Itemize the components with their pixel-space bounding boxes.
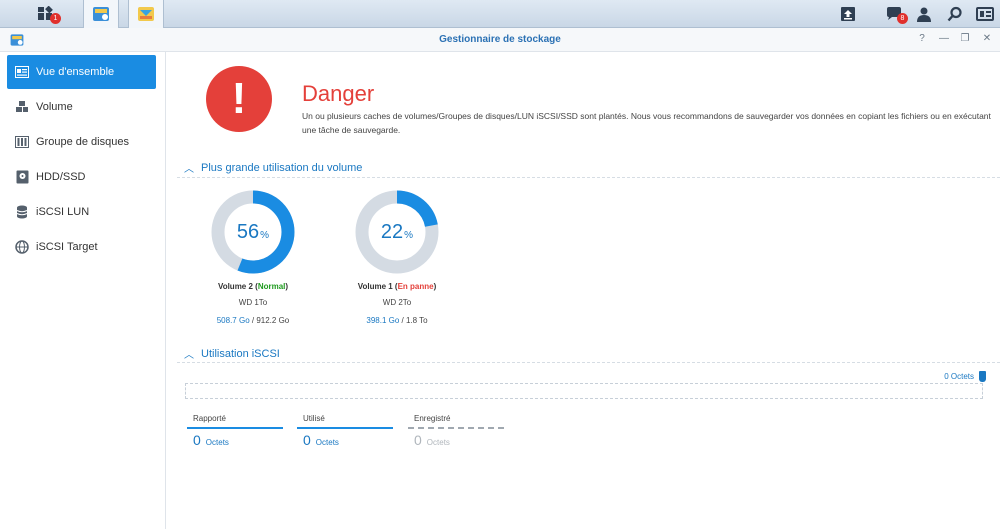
volume-capacity: 508.7 Go / 912.2 Go [216, 316, 290, 325]
disk-group-icon [15, 135, 29, 149]
sidebar-item-label: iSCSI Target [36, 241, 98, 253]
storage-manager-app-icon [93, 7, 109, 21]
minimize-button[interactable]: — [938, 33, 950, 44]
help-button[interactable]: ? [916, 33, 928, 44]
iscsi-stat-reported: Rapporté 0 Octets [187, 414, 283, 448]
sidebar-item-label: Groupe de disques [36, 136, 129, 148]
iscsi-stat-saved: Enregistré 0 Octets [408, 414, 504, 448]
section-divider [177, 177, 1000, 178]
chevron-up-icon: ︿ [184, 164, 194, 175]
iscsi-total-label: 0 Octets [944, 372, 974, 381]
iscsi-usage-section-toggle[interactable]: ︿ Utilisation iSCSI [184, 346, 280, 362]
search-icon [947, 6, 962, 22]
chevron-up-icon: ︿ [184, 350, 194, 361]
stat-value: 0 Octets [303, 432, 339, 448]
stat-label: Enregistré [414, 414, 451, 423]
iscsi-lun-icon [15, 205, 29, 219]
main-menu-badge: 1 [50, 13, 61, 24]
volume-icon [15, 100, 29, 114]
stat-label: Utilisé [303, 414, 325, 423]
stat-bar [408, 427, 504, 429]
storage-manager-taskbar-button[interactable] [83, 0, 119, 28]
stat-bar [297, 427, 393, 429]
sidebar-item-disk-group[interactable]: Groupe de disques [7, 125, 156, 159]
stat-label: Rapporté [193, 414, 226, 423]
sidebar-item-label: HDD/SSD [36, 171, 86, 183]
stat-bar [187, 427, 283, 429]
close-button[interactable]: ✕ [981, 33, 993, 44]
widgets-button[interactable] [967, 0, 1000, 28]
volume-name: Volume 2 (Normal) [217, 282, 289, 291]
upload-button[interactable] [830, 0, 866, 28]
iscsi-usage-bar [185, 383, 983, 399]
danger-exclamation-icon: ! [206, 66, 272, 132]
stat-value: 0 Octets [193, 432, 229, 448]
sidebar-item-label: Volume [36, 101, 73, 113]
volume-capacity: 398.1 Go / 1.8 To [366, 316, 428, 325]
iscsi-stat-used: Utilisé 0 Octets [297, 414, 393, 448]
overview-icon [15, 65, 29, 79]
volume-status: Normal [257, 282, 286, 291]
volume-usage-section-toggle[interactable]: ︿ Plus grande utilisation du volume [184, 160, 363, 176]
taskbar: 1 8 [0, 0, 1000, 28]
stat-value: 0 Octets [414, 432, 450, 448]
volume-disk: WD 2To [382, 298, 412, 307]
user-icon [917, 7, 931, 22]
iscsi-usage-title: Utilisation iSCSI [201, 347, 280, 360]
main-panel: ! Danger Un ou plusieurs caches de volum… [167, 52, 1000, 529]
sidebar-item-iscsi-lun[interactable]: iSCSI LUN [7, 195, 156, 229]
upload-icon [841, 7, 855, 21]
volume-info: Volume 2 (Normal) WD 1To 508.7 Go / 912.… [188, 282, 318, 325]
volume-disk: WD 1To [238, 298, 268, 307]
status-title: Danger [302, 81, 375, 106]
sidebar-item-iscsi-target[interactable]: iSCSI Target [7, 230, 156, 264]
sidebar-item-label: Vue d'ensemble [36, 66, 115, 78]
window-titlebar[interactable]: Gestionnaire de stockage ? — ❐ ✕ [0, 28, 1000, 52]
package-center-taskbar-button[interactable] [128, 0, 164, 28]
volume-name: Volume 1 (En panne) [357, 282, 437, 291]
section-divider [177, 362, 1000, 363]
volume-usage-percent: 56% [236, 220, 270, 243]
sidebar-item-hdd-ssd[interactable]: HDD/SSD [7, 160, 156, 194]
widgets-icon [976, 7, 994, 21]
hdd-icon [15, 170, 29, 184]
status-message: Un ou plusieurs caches de volumes/Groupe… [302, 111, 991, 135]
volume-status: En panne [397, 282, 434, 291]
iscsi-target-icon [15, 240, 29, 254]
package-center-app-icon [138, 7, 154, 21]
restore-button[interactable]: ❐ [959, 33, 971, 44]
volume-usage-title: Plus grande utilisation du volume [201, 161, 363, 174]
sidebar-item-volume[interactable]: Volume [7, 90, 156, 124]
volume-usage-percent: 22% [380, 220, 414, 243]
sidebar: Vue d'ensemble Volume Groupe de disques … [0, 52, 166, 529]
bookmark-icon [979, 371, 986, 382]
window-title: Gestionnaire de stockage [439, 34, 561, 45]
volume-info: Volume 1 (En panne) WD 2To 398.1 Go / 1.… [332, 282, 462, 325]
sidebar-item-label: iSCSI LUN [36, 206, 90, 218]
main-menu-button[interactable]: 1 [28, 0, 64, 28]
sidebar-item-overview[interactable]: Vue d'ensemble [7, 55, 156, 89]
